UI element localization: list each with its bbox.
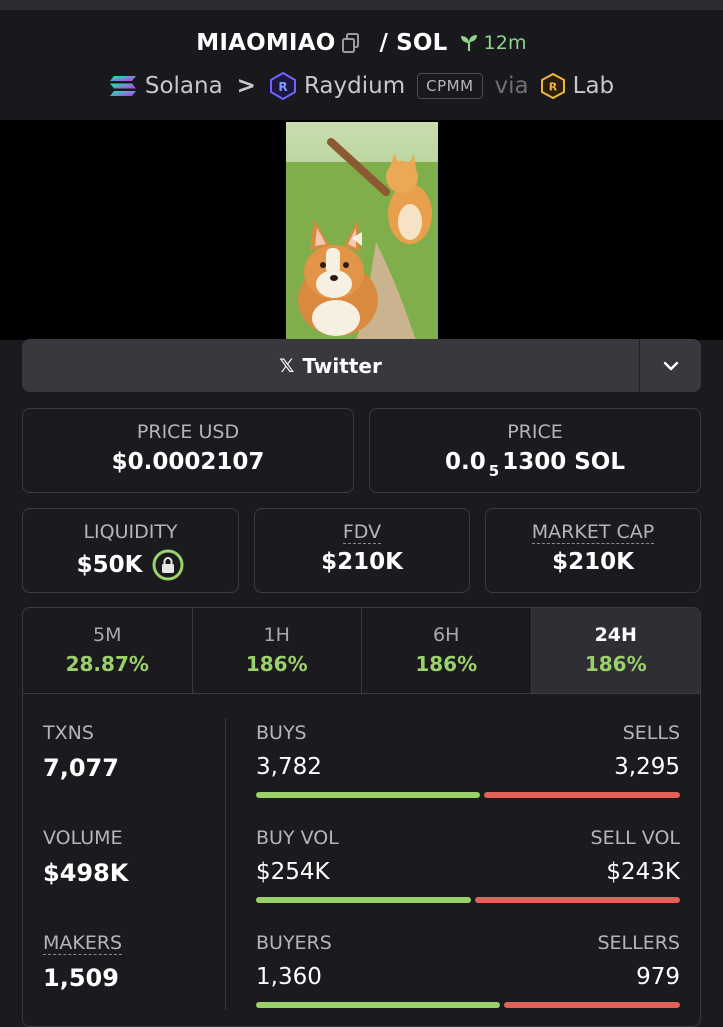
buyers-value: 1,360 <box>256 964 322 990</box>
svg-text:R: R <box>278 80 287 94</box>
raydium-icon: R <box>269 72 296 100</box>
tab-label: 5M <box>93 624 122 646</box>
price-native-value: 0.0 5 1300 SOL <box>370 449 700 480</box>
sells-value: 3,295 <box>614 754 680 780</box>
tab-label: 24H <box>594 624 637 646</box>
fdv-value: $210K <box>321 549 403 575</box>
tab-label: 1H <box>263 624 290 646</box>
pair-title: MIAOMIAO / SOL 12m <box>0 30 723 56</box>
volume-value: $498K <box>43 859 129 887</box>
buy-sell-volume: BUY VOL SELL VOL $254K $243K <box>256 827 680 903</box>
solana-icon <box>109 75 137 97</box>
buyers-sellers: BUYERS SELLERS 1,360 979 <box>256 932 680 1008</box>
volume-label: VOLUME <box>43 827 123 849</box>
top-strip <box>0 0 723 10</box>
chevron-right-icon: > <box>236 73 256 99</box>
fdv-label[interactable]: FDV <box>255 521 469 544</box>
tab-label: 6H <box>433 624 460 646</box>
seedling-icon <box>461 35 478 51</box>
token-symbol: MIAOMIAO <box>196 30 336 56</box>
links-dropdown-button[interactable] <box>640 339 701 392</box>
twitter-label: Twitter <box>302 353 382 378</box>
price-native-suffix: 1300 SOL <box>502 449 625 475</box>
price-native-prefix: 0.0 <box>445 449 486 475</box>
liquidity-label: LIQUIDITY <box>83 521 178 543</box>
tab-6h[interactable]: 6H 186% <box>362 608 532 693</box>
buys-sells: BUYS SELLS 3,782 3,295 <box>256 722 680 798</box>
sell-vol-value: $243K <box>606 859 680 885</box>
stats-panel: 5M 28.87% 1H 186% 6H 186% 24H 186% TXNS … <box>22 607 701 1027</box>
tab-1h[interactable]: 1H 186% <box>193 608 362 693</box>
volume-metric: VOLUME $498K <box>43 827 128 887</box>
liquidity-value: $50K <box>76 552 143 578</box>
buy-bar <box>256 792 481 798</box>
sell-vol-label: SELL VOL <box>590 827 680 849</box>
market-cap-value: $210K <box>552 549 634 575</box>
age-value: 12m <box>483 32 527 54</box>
pair-age: 12m <box>459 32 527 54</box>
token-banner <box>0 120 723 340</box>
price-zero-count: 5 <box>488 462 500 480</box>
lock-icon[interactable] <box>152 549 184 581</box>
tab-change: 186% <box>584 652 647 676</box>
social-links: 𝕏 Twitter <box>22 339 701 392</box>
launchpad-link[interactable]: Lab <box>573 73 615 99</box>
tab-24h[interactable]: 24H 186% <box>531 608 700 693</box>
sell-bar <box>474 897 680 903</box>
tab-change: 28.87% <box>65 652 149 676</box>
twitter-button[interactable]: 𝕏 Twitter <box>22 339 639 392</box>
buys-value: 3,782 <box>256 754 322 780</box>
sell-bar <box>484 792 680 798</box>
price-native-card: PRICE 0.0 5 1300 SOL <box>369 408 701 493</box>
makers-bar <box>256 1002 680 1008</box>
fdv-card: FDV $210K <box>254 508 470 593</box>
price-usd-label: PRICE USD <box>136 421 240 443</box>
txns-label: TXNS <box>43 722 94 744</box>
dex-link[interactable]: Raydium <box>304 73 405 99</box>
pair-header: MIAOMIAO / SOL 12m Solana > R Raydium CP… <box>0 10 723 120</box>
liquidity-card: LIQUIDITY $50K <box>22 508 239 593</box>
breadcrumb: Solana > R Raydium CPMM via R Lab <box>0 72 723 100</box>
copy-icon[interactable] <box>341 32 361 54</box>
column-divider <box>225 718 226 1010</box>
chain-link[interactable]: Solana <box>145 73 223 99</box>
sellers-value: 979 <box>636 964 680 990</box>
makers-value: 1,509 <box>43 964 119 992</box>
quote-symbol: SOL <box>396 30 448 56</box>
buy-bar <box>256 1002 501 1008</box>
volume-bar <box>256 897 680 903</box>
buys-sells-bar <box>256 792 680 798</box>
chevron-down-icon <box>663 361 678 370</box>
token-image <box>286 122 438 340</box>
makers-label[interactable]: MAKERS <box>43 932 123 955</box>
sells-label: SELLS <box>622 722 680 744</box>
market-cap-label[interactable]: MARKET CAP <box>486 521 700 544</box>
svg-text:R: R <box>548 81 557 94</box>
tab-change: 186% <box>245 652 308 676</box>
makers-metric: MAKERS 1,509 <box>43 932 123 992</box>
tab-change: 186% <box>415 652 478 676</box>
txns-metric: TXNS 7,077 <box>43 722 119 782</box>
pair-separator: / <box>379 30 389 56</box>
buys-label: BUYS <box>256 722 307 744</box>
buy-vol-label: BUY VOL <box>256 827 339 849</box>
sellers-label: SELLERS <box>597 932 680 954</box>
launchpad-icon: R <box>540 73 565 99</box>
buyers-label: BUYERS <box>256 932 332 954</box>
via-label: via <box>494 73 529 99</box>
price-native-label: PRICE <box>507 421 563 443</box>
liquidity-value-row: $50K <box>23 549 238 581</box>
buy-bar <box>256 897 471 903</box>
price-usd-value: $0.0002107 <box>111 449 265 475</box>
timeframe-tabs: 5M 28.87% 1H 186% 6H 186% 24H 186% <box>23 608 700 694</box>
sell-bar <box>504 1002 680 1008</box>
pool-type-badge: CPMM <box>417 73 483 99</box>
buy-vol-value: $254K <box>256 859 330 885</box>
tab-5m[interactable]: 5M 28.87% <box>23 608 193 693</box>
price-usd-card: PRICE USD $0.0002107 <box>22 408 354 493</box>
x-logo-icon: 𝕏 <box>279 354 295 377</box>
market-cap-card: MARKET CAP $210K <box>485 508 701 593</box>
txns-value: 7,077 <box>43 754 119 782</box>
